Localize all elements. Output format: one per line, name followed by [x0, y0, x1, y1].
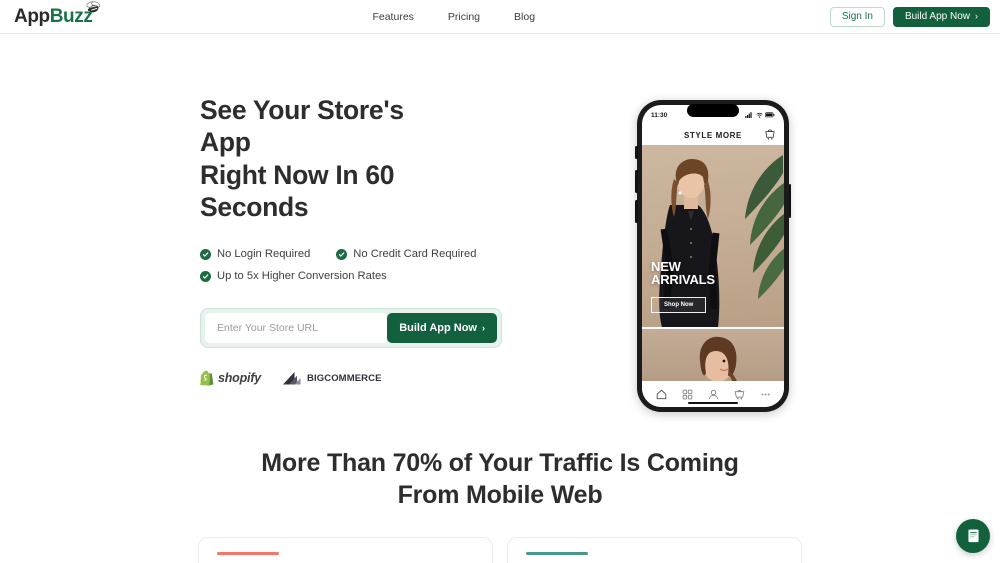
banner-headline: NEW ARRIVALS	[651, 260, 715, 287]
nav-item-features[interactable]: Features	[372, 11, 413, 23]
bigcommerce-label: BIGCOMMERCE	[307, 372, 382, 384]
benefit-label: No Credit Card Required	[353, 248, 477, 261]
section-title-line2: From Mobile Web	[397, 480, 603, 509]
logo-text-app: App	[14, 6, 50, 27]
banner-line2: ARRIVALS	[651, 272, 715, 288]
benefit-item: No Credit Card Required	[336, 248, 476, 260]
site-header: AppBuzz Features Pricing Blog Sign In Bu…	[0, 0, 1000, 34]
phone-dynamic-island	[687, 104, 739, 117]
main-nav: Features Pricing Blog	[372, 11, 535, 23]
benefit-label: Up to 5x Higher Conversion Rates	[217, 270, 387, 283]
phone-silent-switch	[635, 146, 638, 159]
build-app-submit-label: Build App Now	[399, 322, 477, 335]
chevron-right-icon: ›	[975, 11, 978, 21]
sign-in-button[interactable]: Sign In	[829, 6, 885, 27]
store-url-input[interactable]	[205, 313, 388, 344]
benefit-item: Up to 5x Higher Conversion Rates	[200, 270, 387, 282]
home-icon[interactable]	[656, 389, 667, 400]
header-build-app-label: Build App Now	[904, 10, 970, 22]
status-icons	[745, 112, 775, 118]
card-accent-bar	[217, 551, 279, 555]
bee-icon	[86, 1, 101, 13]
phone-store-header: STYLE MORE	[642, 125, 784, 145]
phone-volume-down-button	[635, 200, 638, 223]
benefit-row: No Login Required No Credit Card Require…	[200, 248, 476, 260]
shop-now-button[interactable]: Shop Now	[651, 297, 707, 313]
phone-secondary-image	[642, 327, 784, 381]
chat-widget-button[interactable]	[956, 519, 990, 553]
phone-frame: 11:30 STYLE MORE NEW ARRIVALS Shop Now	[635, 100, 791, 412]
phone-power-button	[788, 184, 791, 218]
benefits-list: No Login Required No Credit Card Require…	[200, 248, 476, 282]
header-build-app-button[interactable]: Build App Now ›	[892, 6, 990, 27]
shopify-logo: shopify	[200, 370, 261, 386]
wifi-icon	[755, 112, 763, 118]
header-actions: Sign In Build App Now ›	[829, 6, 990, 27]
shopify-label: shopify	[218, 371, 262, 386]
status-time: 11:30	[651, 111, 668, 119]
chat-message-icon	[967, 529, 979, 543]
shopify-bag-icon	[200, 370, 214, 386]
section-title-line1: More Than 70% of Your Traffic Is Coming	[261, 449, 739, 478]
cart-icon[interactable]	[734, 389, 745, 400]
store-name: STYLE MORE	[683, 130, 742, 140]
logo[interactable]: AppBuzz	[0, 1, 101, 27]
grid-icon[interactable]	[682, 389, 693, 400]
more-icon[interactable]	[760, 389, 771, 400]
person-icon[interactable]	[708, 389, 719, 400]
hero-section: See Your Store's App Right Now In 60 Sec…	[0, 34, 1000, 412]
bigcommerce-logo: BIGCOMMERCE	[283, 371, 382, 385]
phone-volume-up-button	[635, 170, 638, 193]
phone-home-indicator	[688, 401, 738, 404]
model-photo-2	[699, 336, 737, 381]
cart-icon[interactable]	[765, 129, 775, 140]
check-circle-icon	[336, 248, 348, 260]
benefit-item: No Login Required	[200, 248, 310, 260]
stat-cards	[0, 536, 1000, 563]
check-circle-icon	[200, 270, 211, 282]
bigcommerce-mark-icon	[283, 371, 301, 385]
battery-icon	[765, 112, 775, 118]
benefit-row: Up to 5x Higher Conversion Rates	[200, 270, 460, 282]
mobile-traffic-section: More Than 70% of Your Traffic Is Coming …	[0, 448, 1000, 563]
chevron-right-icon: ›	[482, 323, 485, 334]
card-accent-bar	[526, 551, 588, 555]
plant-leaf-decoration	[745, 155, 784, 299]
hero-title-line2: Right Now In 60 Seconds	[200, 159, 395, 222]
section-title: More Than 70% of Your Traffic Is Coming …	[0, 448, 1000, 511]
nav-item-blog[interactable]: Blog	[514, 11, 535, 23]
page-title: See Your Store's App Right Now In 60 Sec…	[200, 94, 460, 223]
phone-mockup: 11:30 STYLE MORE NEW ARRIVALS Shop Now	[635, 100, 791, 412]
stat-card[interactable]	[507, 536, 802, 563]
signal-icon	[745, 112, 752, 118]
hero-title-line1: See Your Store's App	[200, 95, 404, 158]
phone-hero-image: NEW ARRIVALS Shop Now	[642, 145, 784, 327]
benefit-label: No Login Required	[217, 248, 311, 261]
store-url-form: Build App Now ›	[200, 308, 502, 349]
platform-logos: shopify BIGCOMMERCE	[200, 370, 460, 386]
phone-screen: 11:30 STYLE MORE NEW ARRIVALS Shop Now	[642, 105, 784, 407]
build-app-submit-button[interactable]: Build App Now ›	[387, 313, 497, 344]
hero-content: See Your Store's App Right Now In 60 Sec…	[0, 78, 502, 386]
check-circle-icon	[200, 248, 211, 260]
nav-item-pricing[interactable]: Pricing	[448, 11, 480, 23]
stat-card[interactable]	[198, 536, 493, 563]
